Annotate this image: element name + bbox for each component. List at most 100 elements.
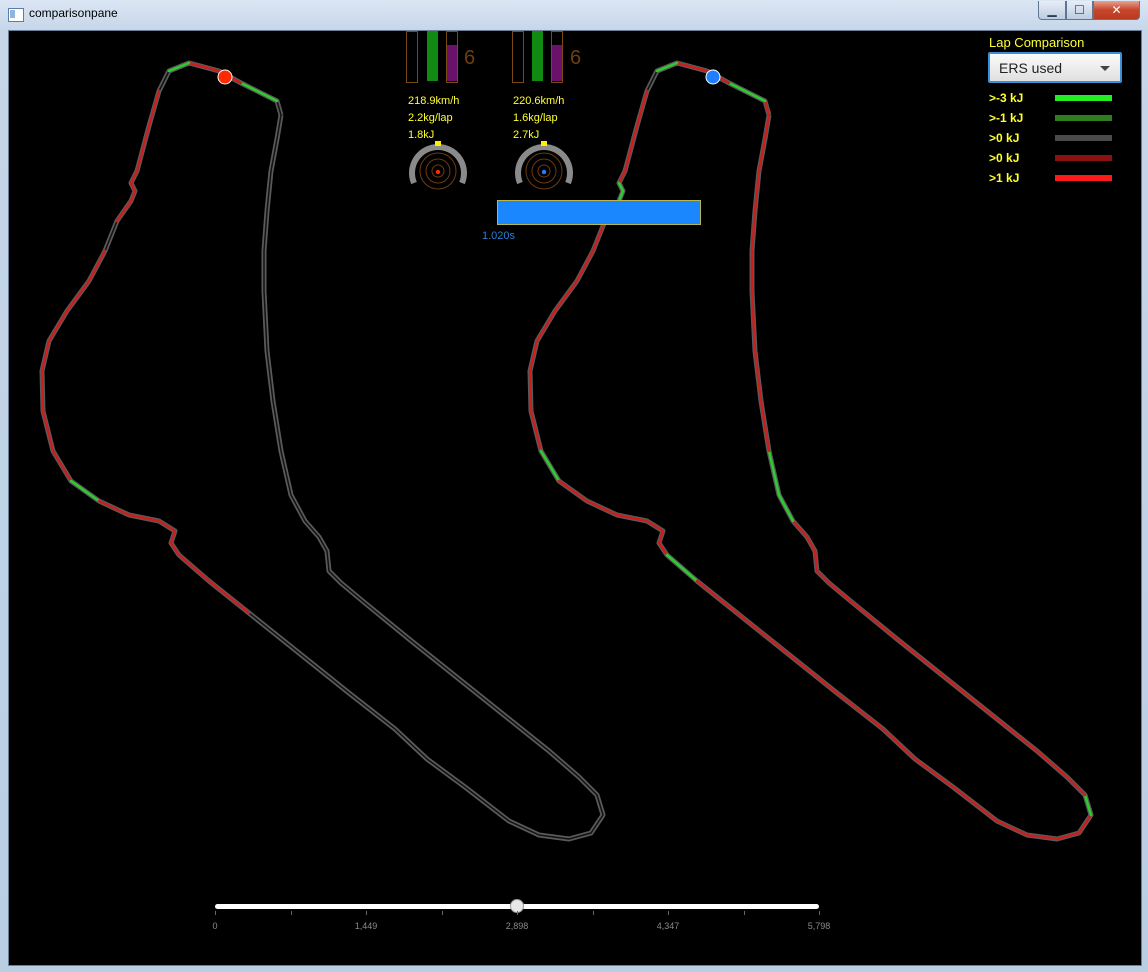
lap-distance-slider[interactable]: 0 1,449 2,898 4,347 5,798 — [212, 899, 830, 939]
gear-indicator: 6 — [464, 47, 476, 69]
track-segment — [591, 219, 607, 253]
track-segment — [135, 124, 151, 173]
track-segment — [187, 61, 221, 73]
speed-readout: 220.6km/h — [513, 95, 565, 107]
slider-tick — [215, 911, 216, 915]
track-segment — [913, 757, 955, 789]
throttle-bar — [532, 31, 543, 81]
chevron-down-icon — [1100, 66, 1110, 71]
track-segment — [557, 479, 589, 503]
track-segment — [675, 61, 709, 73]
track-segment — [115, 199, 133, 223]
g-force-gauge-left — [409, 141, 467, 190]
track-segment — [535, 309, 557, 343]
app-icon — [8, 8, 24, 22]
fuel-readout: 2.2kg/lap — [408, 112, 453, 124]
legend-item: >0 kJ — [989, 151, 1119, 165]
time-gap-label: 1.020s — [482, 230, 516, 242]
track-segment — [635, 89, 649, 128]
legend-item: >1 kJ — [989, 171, 1119, 185]
maximize-button[interactable]: ☐ — [1066, 1, 1093, 20]
slider-tick — [366, 911, 367, 915]
throttle-bar — [427, 31, 438, 81]
track-segment — [695, 579, 739, 615]
track-segment — [147, 89, 161, 128]
track-segment — [851, 601, 899, 641]
track-segment — [895, 637, 949, 681]
track-segment — [1065, 775, 1087, 797]
track-segment — [65, 279, 91, 313]
legend-label: >0 kJ — [989, 131, 1020, 145]
track-segment — [41, 409, 55, 453]
track-segment — [529, 409, 543, 453]
track-segment — [575, 249, 595, 283]
track-segment — [167, 61, 191, 73]
legend-label: >-3 kJ — [989, 91, 1024, 105]
slider-tick-label: 5,798 — [807, 921, 831, 931]
legend-label: >-1 kJ — [989, 111, 1024, 125]
close-button[interactable]: ✕ — [1093, 1, 1140, 20]
track-segment — [827, 581, 855, 605]
slider-tick-label: 1,449 — [354, 921, 378, 931]
legend-label: >1 kJ — [989, 171, 1020, 185]
track-segment — [553, 279, 579, 313]
track-segment — [767, 449, 781, 497]
track-segment — [945, 677, 999, 721]
slider-tick-label: 2,898 — [505, 921, 529, 931]
ers-bar — [447, 45, 457, 81]
legend-item: >0 kJ — [989, 131, 1119, 145]
track-segment — [645, 519, 665, 533]
dropdown-selected-value: ERS used — [999, 60, 1063, 76]
slider-tick — [668, 911, 669, 915]
car-marker-left — [217, 69, 233, 85]
legend-swatch — [1055, 95, 1112, 101]
fuel-readout: 1.6kg/lap — [513, 112, 558, 124]
track-segment — [239, 81, 279, 103]
comparison-metric-dropdown[interactable]: ERS used — [988, 52, 1122, 83]
track-segment — [69, 479, 101, 503]
brake-bar — [406, 31, 418, 83]
slider-tick — [592, 911, 594, 915]
comparison-pane: 6 218.9km/h 2.2kg/lap 1.8kJ 6 220.6km/h … — [8, 30, 1142, 966]
track-segment — [528, 369, 533, 413]
track-segment — [665, 553, 699, 583]
track-segment — [207, 579, 251, 615]
legend-swatch — [1055, 155, 1112, 161]
speed-readout: 218.9km/h — [408, 95, 460, 107]
track-segment — [51, 449, 73, 483]
title-bar[interactable]: comparisonpane ▁ ☐ ✕ — [0, 0, 1148, 28]
track-segment — [177, 553, 211, 583]
lap-comparison-title: Lap Comparison — [989, 35, 1085, 50]
slider-tick — [819, 911, 820, 915]
track-segment — [995, 819, 1029, 837]
slider-tick-label: 4,347 — [656, 921, 680, 931]
track-segment — [47, 309, 69, 343]
legend-label: >0 kJ — [989, 151, 1020, 165]
slider-tick — [517, 911, 518, 915]
ers-bar — [552, 45, 562, 81]
legend-swatch — [1055, 135, 1112, 141]
track-segment — [40, 369, 45, 413]
window-title: comparisonpane — [29, 6, 118, 20]
slider-tick — [290, 911, 292, 915]
track-segment — [623, 124, 639, 173]
track-segment — [791, 519, 809, 539]
gear-indicator: 6 — [570, 47, 582, 69]
g-force-gauge-right — [515, 141, 573, 190]
track-segment — [785, 651, 839, 695]
track-segment — [835, 691, 885, 731]
track-segment — [655, 61, 679, 73]
track-segment — [995, 717, 1039, 753]
time-gap-bar — [497, 200, 701, 225]
legend-item: >-1 kJ — [989, 111, 1119, 125]
minimize-button[interactable]: ▁ — [1038, 1, 1066, 20]
legend-item: >-3 kJ — [989, 91, 1119, 105]
track-segment — [815, 569, 831, 585]
track-segment — [727, 81, 767, 103]
track-segment — [539, 449, 561, 483]
track-segment — [881, 727, 917, 761]
track-segment — [777, 493, 795, 523]
track-segment — [1035, 749, 1069, 779]
track-segment — [585, 499, 619, 517]
track-segment — [97, 499, 131, 517]
